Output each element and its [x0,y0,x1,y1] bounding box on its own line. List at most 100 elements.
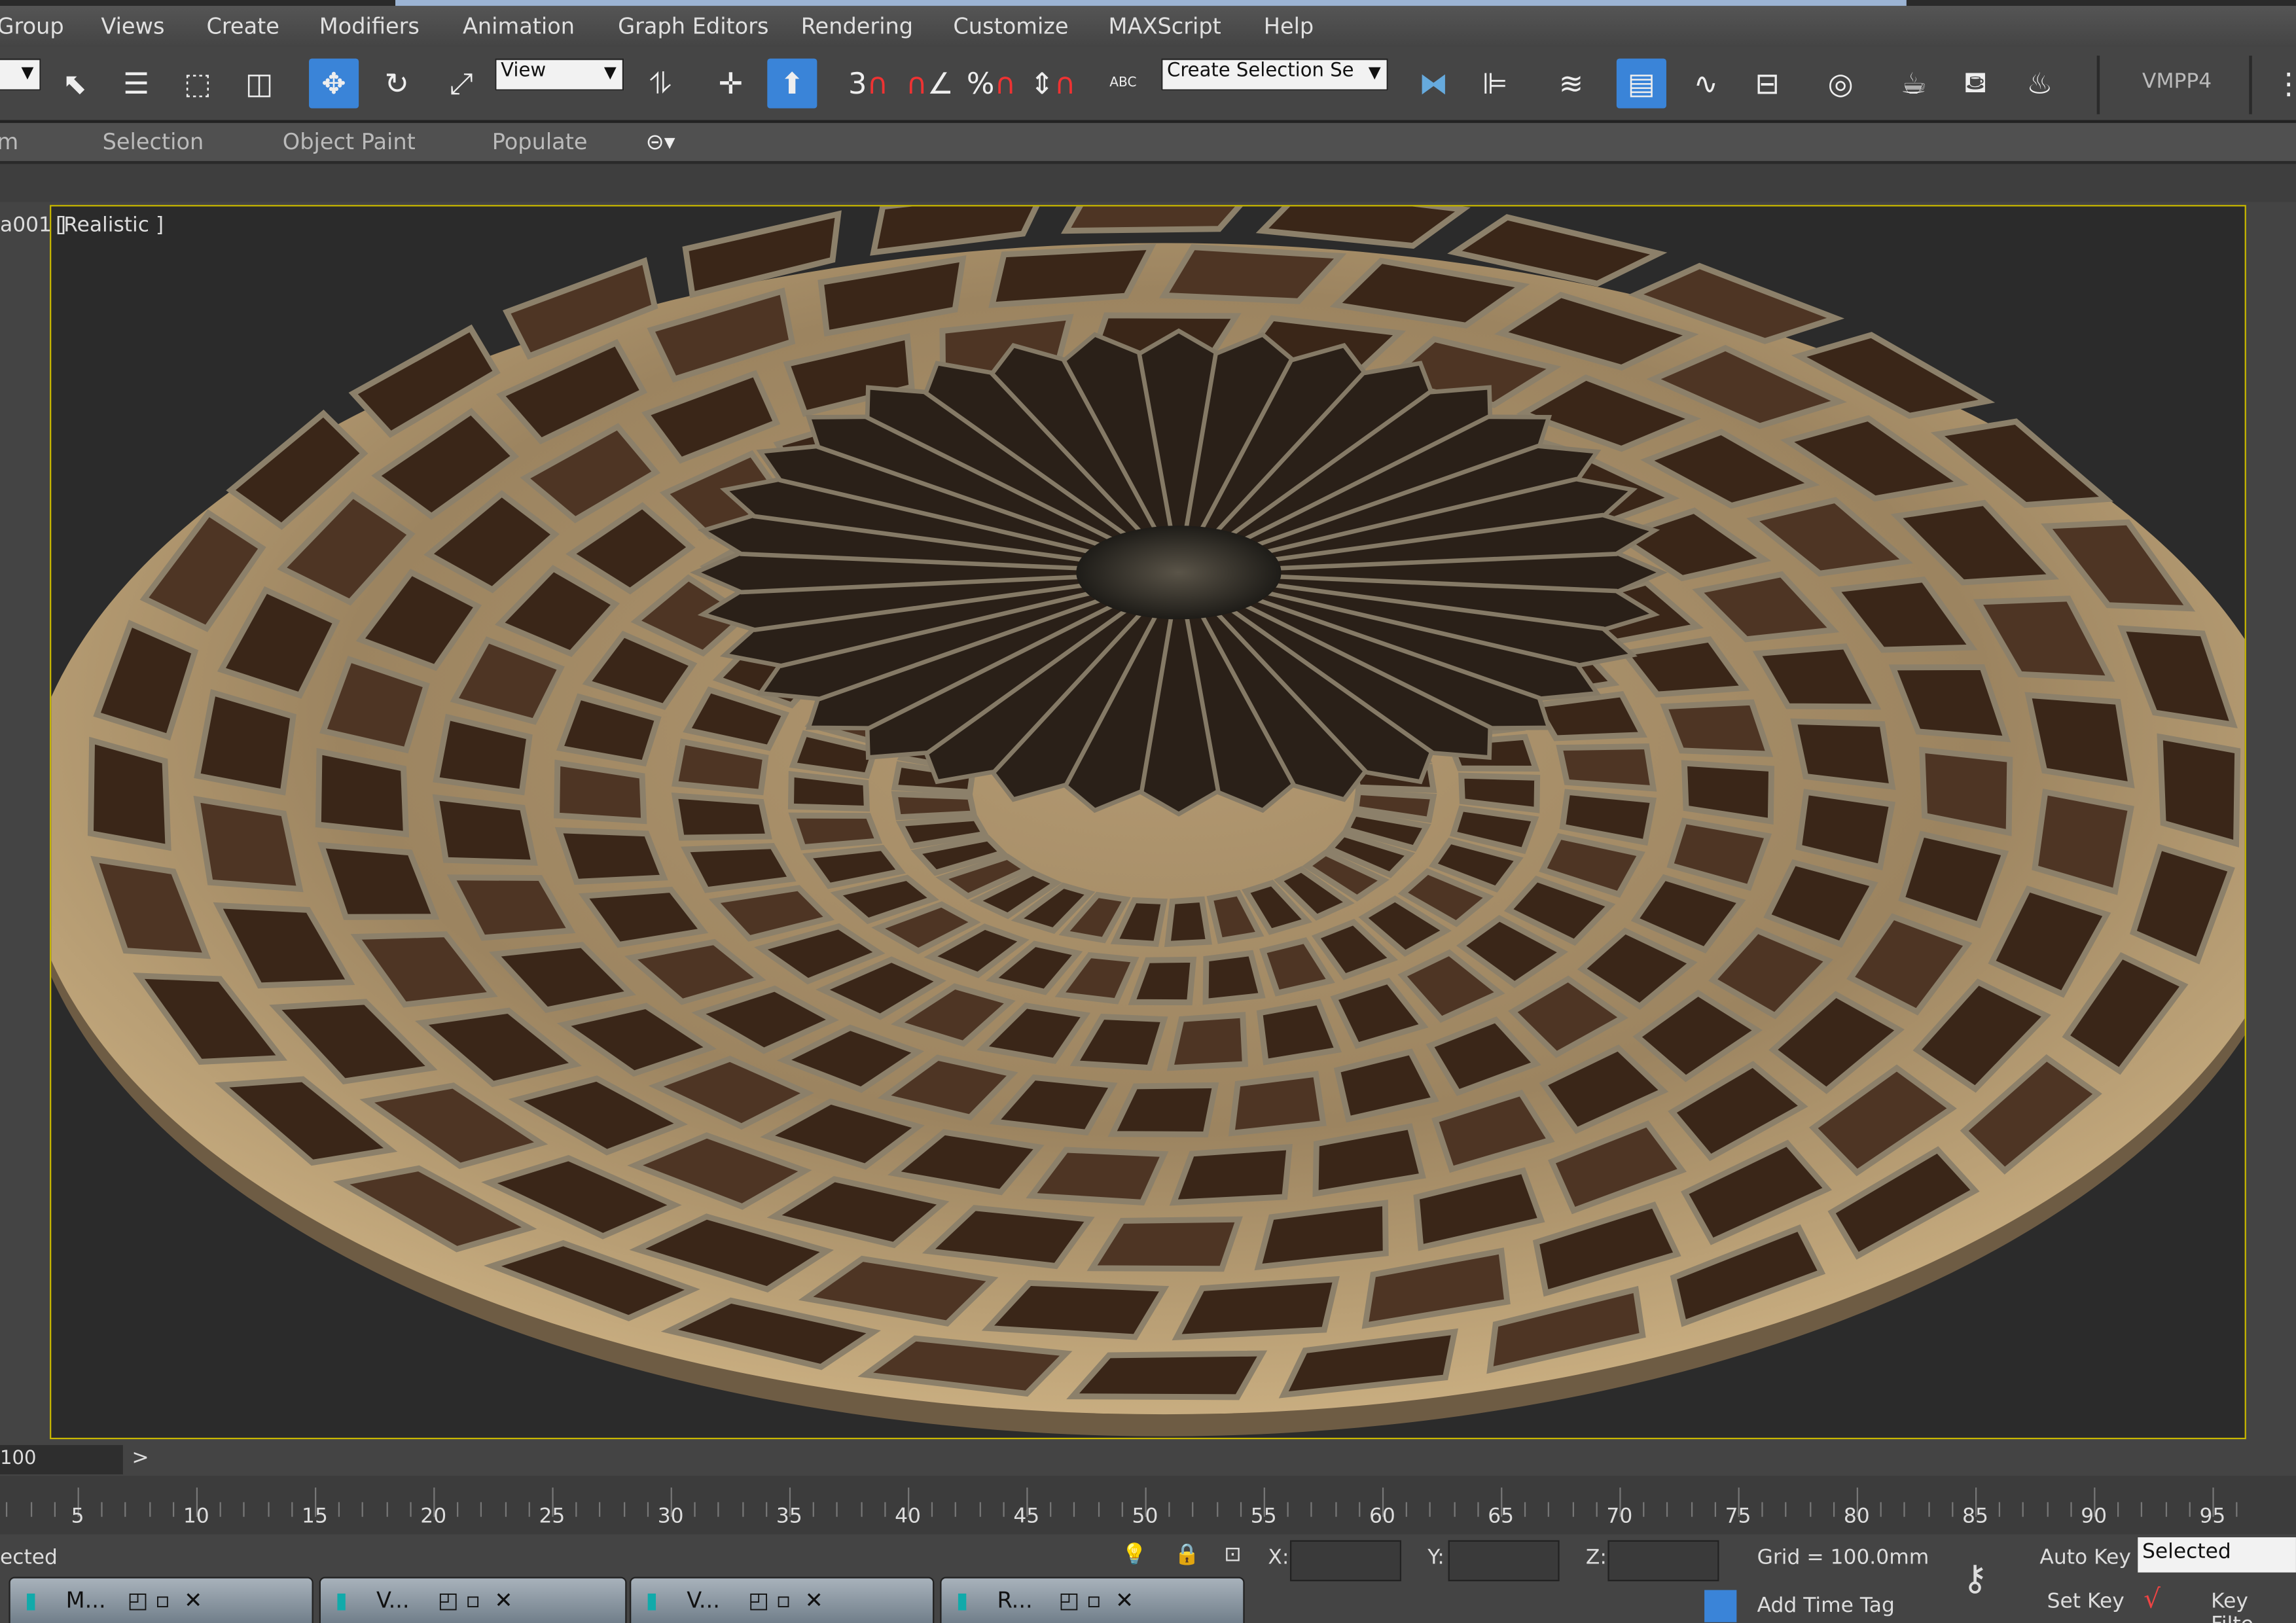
inlay-cell [681,843,797,893]
ruler-tick [528,1502,530,1517]
inlay-cell [432,794,538,866]
ribbon-tab-selection[interactable]: Selection [103,129,204,155]
render-setup-icon[interactable]: ☕ [1889,58,1939,108]
percent-snap-icon[interactable]: % ∩ [967,58,1016,108]
time-tag-icon[interactable] [1704,1590,1737,1622]
taskbar-item[interactable]: ▮ V... ◰ ▫ ✕ [629,1577,935,1623]
ruler-tick [1050,1502,1052,1517]
angle-snap-icon[interactable]: ∩ ∠ [905,58,955,108]
ruler-tick [149,1502,151,1517]
ruler-label: 10 [183,1505,209,1529]
y-coordinate-field[interactable] [1448,1540,1560,1582]
snaps-toggle-icon[interactable]: 3 ∩ [844,58,893,108]
align-icon[interactable]: ⊫ [1470,58,1520,108]
taskbar-item[interactable]: ▮ V... ◰ ▫ ✕ [319,1577,627,1623]
ruler-tick [813,1502,815,1517]
perspective-viewport[interactable] [50,205,2246,1440]
menu-maxscript[interactable]: MAXScript [1109,13,1221,39]
app-icon: ▮ [25,1587,37,1614]
inlay-cell [2024,692,2135,789]
ruler-tick [1287,1502,1289,1517]
x-coordinate-field[interactable] [1289,1540,1402,1582]
ribbon-tab-object-paint[interactable]: Object Paint [283,129,416,155]
ruler-tick [504,1502,507,1517]
selection-filter-dropdown[interactable]: ▼ [0,58,41,91]
inlay-cell [554,759,647,825]
scene-explorer-icon[interactable]: ▤ [1616,58,1666,109]
time-slider-bar[interactable] [0,1440,2296,1476]
layer-manager-icon[interactable]: ≋ [1546,58,1596,108]
material-editor-icon[interactable]: ◎ [1816,58,1865,108]
ruler-tick [1666,1502,1669,1517]
taskbar-item[interactable]: ▮ M... ◰ ▫ ✕ [9,1577,314,1623]
render-production-icon[interactable]: ♨ [2015,58,2064,108]
ruler-tick [599,1502,601,1517]
menu-group[interactable]: Group [0,13,64,39]
rendered-frame-window-icon[interactable]: ⛾ [1950,58,2000,108]
inlay-cell [1202,950,1266,1005]
manipulate-icon[interactable]: ✛ [706,58,755,108]
inlay-cell [1060,206,1243,234]
inlay-cell [891,791,978,821]
set-key-button[interactable]: Set Key [2047,1590,2125,1614]
track-bar[interactable]: 5 10 15 20 25 30 35 40 45 50 55 60 65 70 75 80 85 90 95 [0,1476,2296,1535]
ruler-tick [125,1502,127,1517]
ruler-tick [836,1502,838,1517]
scale-icon[interactable]: ⤢ [437,58,486,108]
viewport-shading-label[interactable]: [Realistic ] [56,214,164,238]
key-filter-curve-icon[interactable]: √ [2144,1584,2161,1615]
select-object-icon[interactable]: ⬉ [50,58,99,108]
taskbar-item[interactable]: ▮ R... ◰ ▫ ✕ [940,1577,1245,1623]
curve-editor-icon[interactable]: ∿ [1681,58,1731,108]
ribbon-tab-populate[interactable]: Populate [492,129,588,155]
grip-icon[interactable]: ⋮ [2264,58,2296,108]
time-slider-frame[interactable]: 100 [0,1445,123,1474]
edit-named-selection-icon[interactable]: ABC [1098,58,1148,108]
next-frame-button[interactable]: > [132,1446,149,1470]
add-time-tag-button[interactable]: Add Time Tag [1757,1594,1895,1618]
ruler-tick [457,1502,459,1517]
rectangular-selection-icon[interactable]: ⬚ [173,58,223,108]
ruler-tick [1691,1502,1693,1517]
select-by-name-icon[interactable]: ☰ [111,58,161,108]
menu-rendering[interactable]: Rendering [801,13,913,39]
move-icon[interactable]: ✥ [309,58,359,109]
key-mode-dropdown[interactable]: Selected [2138,1537,2296,1573]
rotate-icon[interactable]: ↻ [372,58,422,108]
ribbon-tab-freeform[interactable]: m [0,129,18,155]
mirror-icon[interactable]: ⧓ [1408,58,1458,108]
spinner-snap-icon[interactable]: ⇕ ∩ [1028,58,1078,108]
isolate-icon[interactable]: 💡 [1122,1543,1147,1567]
set-keys-key-icon[interactable]: ⚷ [1962,1558,1988,1599]
inlay-cell [554,827,668,885]
ruler-tick [219,1502,222,1517]
menu-help[interactable]: Help [1264,13,1314,39]
absolute-mode-icon[interactable]: ⊡ [1224,1543,1241,1567]
menu-animation[interactable]: Animation [463,13,575,39]
menu-create[interactable]: Create [206,13,279,39]
vmpp4-label[interactable]: VMPP4 [2142,70,2212,94]
ruler-tick [30,1502,32,1517]
menu-modifiers[interactable]: Modifiers [319,13,420,39]
menu-views[interactable]: Views [101,13,164,39]
pivot-icon[interactable]: ⥮ [636,58,685,108]
menu-graph-editors[interactable]: Graph Editors [618,13,768,39]
title-bar [0,0,2296,6]
ruler-label: 15 [302,1505,328,1529]
window-crossing-icon[interactable]: ◫ [234,58,284,108]
inlay-cell [87,736,171,851]
z-coordinate-field[interactable] [1607,1540,1719,1582]
menu-customize[interactable]: Customize [953,13,1068,39]
auto-key-button[interactable]: Auto Key [2039,1546,2130,1569]
keyboard-shortcut-toggle-icon[interactable]: ⬆ [767,58,817,109]
ruler-tick [1928,1502,1929,1517]
named-selection-sets-dropdown[interactable]: Create Selection Se ▼ [1161,58,1388,91]
lock-selection-icon[interactable]: 🔒 [1174,1543,1200,1567]
inlay-cell [1660,699,1774,757]
ribbon-options-icon[interactable]: ⊝▾ [646,129,675,155]
key-filters-button[interactable]: Key Filte [2211,1590,2296,1623]
ruler-tick [1121,1502,1123,1517]
schematic-view-icon[interactable]: ⊟ [1742,58,1792,108]
reference-coordinate-dropdown[interactable]: View ▼ [495,58,624,91]
ruler-tick [1453,1502,1455,1517]
